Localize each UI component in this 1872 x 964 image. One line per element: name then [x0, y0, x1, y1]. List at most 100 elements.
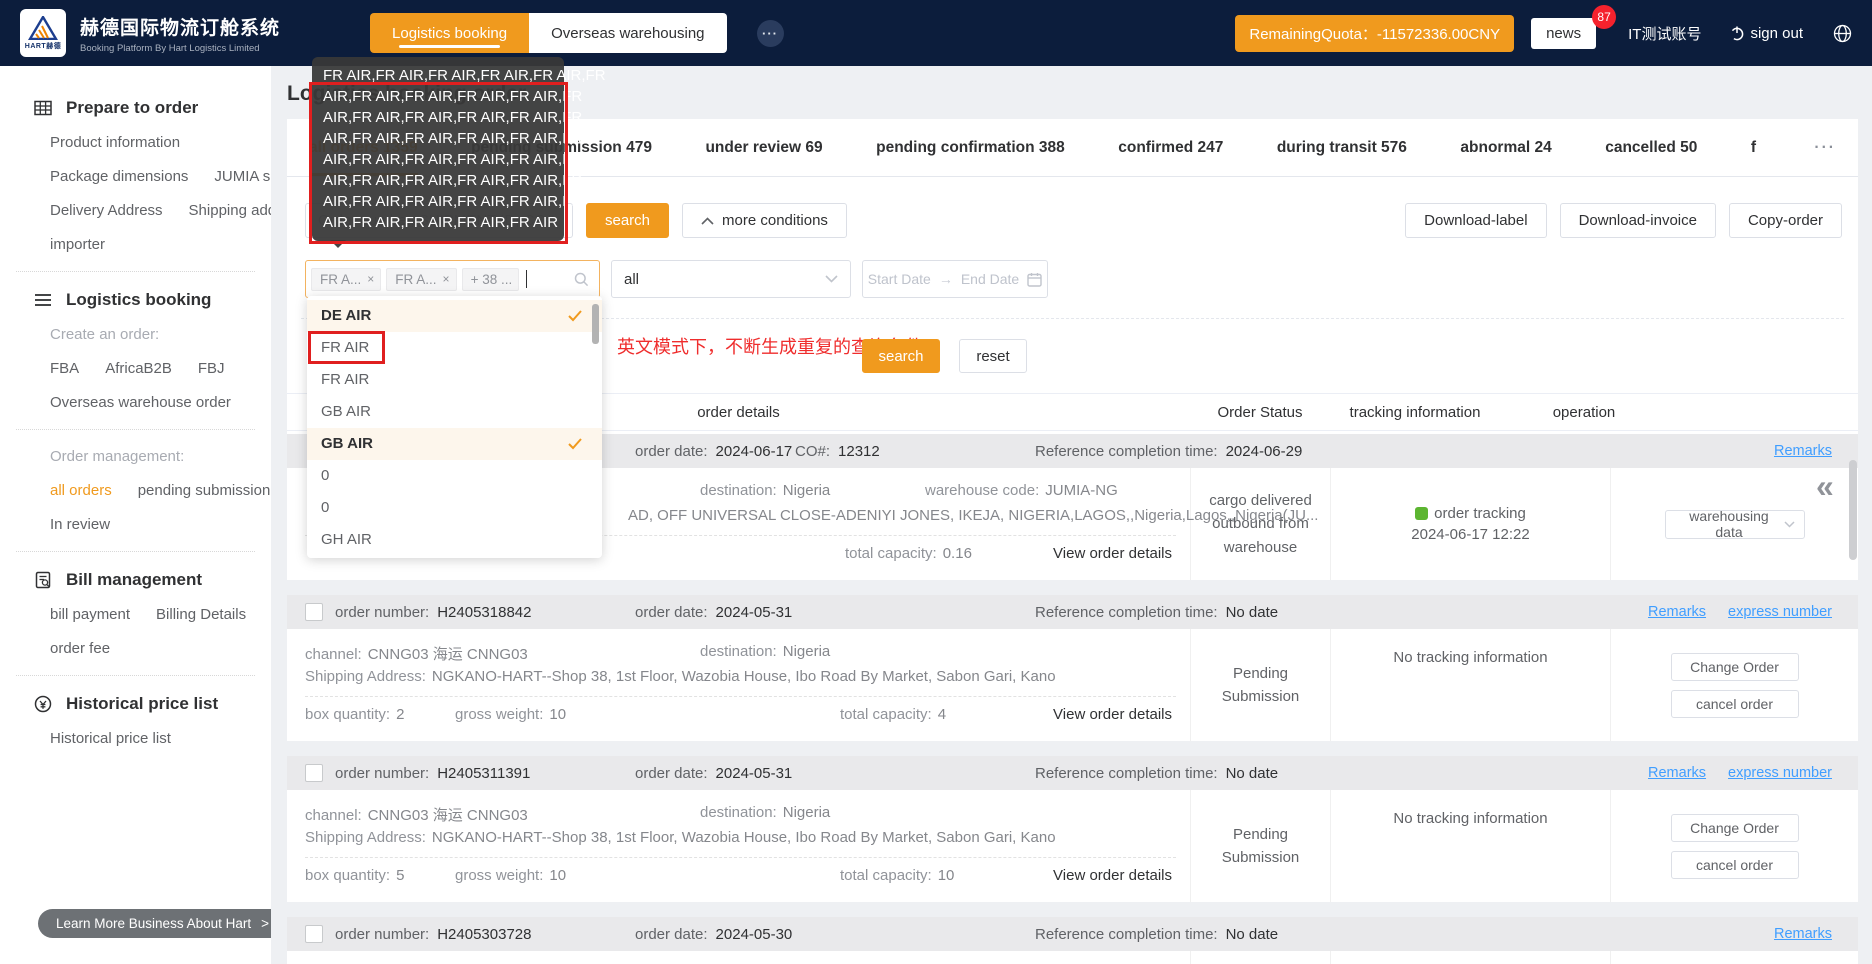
band-link[interactable]: Remarks: [1648, 765, 1706, 781]
view-order-details-link[interactable]: View order details: [1053, 867, 1172, 884]
sign-out-button[interactable]: sign out: [1729, 25, 1803, 42]
band-link[interactable]: Remarks: [1774, 443, 1832, 459]
sidebar-item[interactable]: In review: [50, 516, 110, 533]
band-link[interactable]: Remarks: [1774, 926, 1832, 942]
dropdown-option[interactable]: FR AIR: [307, 364, 602, 396]
news-count-badge: 87: [1592, 4, 1617, 29]
dropdown-option[interactable]: 0: [307, 492, 602, 524]
date-range-picker[interactable]: Start Date → End Date: [862, 260, 1048, 298]
channel-tag[interactable]: FR A... ×: [311, 267, 382, 291]
sidebar-row: FBA AfricaB2B FBJ: [0, 360, 271, 377]
close-icon[interactable]: ×: [367, 272, 374, 286]
app-window: HART赫德 赫德国际物流订舱系统 Booking Platform By Ha…: [0, 0, 1872, 964]
active-tab-underline: [398, 45, 501, 48]
tooltip-line: AIR,FR AIR,FR AIR,FR AIR,FR AIR,FR: [323, 193, 583, 210]
sidebar-section-label: Bill management: [66, 570, 203, 589]
sidebar-item[interactable]: AfricaB2B: [105, 360, 172, 377]
price-icon: [34, 695, 52, 713]
status-tab[interactable]: during transit 576: [1277, 119, 1407, 176]
status-select[interactable]: all: [611, 260, 851, 298]
search-button[interactable]: search: [586, 203, 670, 238]
sidebar-item[interactable]: importer: [50, 236, 105, 253]
status-tab[interactable]: f: [1751, 119, 1761, 176]
row-checkbox[interactable]: [305, 603, 323, 621]
sidebar-row: Product information: [0, 134, 271, 151]
status-tab[interactable]: pending confirmation 388: [876, 119, 1065, 176]
tag-label: + 38 ...: [470, 271, 513, 287]
news-button[interactable]: news: [1531, 17, 1597, 49]
band-links: Remarks: [1774, 443, 1858, 459]
tracking-cell: order tracking 2024-06-17 12:22: [1330, 468, 1610, 580]
order-band: order number: H2405311391 order date: 2024…: [287, 756, 1858, 790]
page-scrollbar[interactable]: [1849, 460, 1857, 560]
remaining-quota-button[interactable]: RemainingQuota：-11572336.00CNY: [1235, 14, 1515, 52]
filter-search-button[interactable]: search: [862, 339, 940, 373]
dropdown-option[interactable]: GB AIR: [307, 396, 602, 428]
sidebar-item[interactable]: order fee: [50, 640, 110, 657]
band-link[interactable]: express number: [1728, 604, 1832, 620]
dropdown-option[interactable]: GH AIR: [307, 524, 602, 556]
sidebar-item[interactable]: Product information: [50, 134, 180, 151]
sidebar-item[interactable]: Historical price list: [50, 730, 171, 747]
order-body: channel:CNNG03 海运 CNNG03 destination:Nig…: [287, 790, 1858, 902]
account-name[interactable]: IT测试账号: [1628, 23, 1701, 44]
status-tab[interactable]: abnormal 24: [1460, 119, 1551, 176]
chevron-down-icon: [825, 275, 838, 283]
tooltip-line: AIR,FR AIR,FR AIR,FR AIR,FR AIR,FR: [323, 151, 583, 168]
status-tab[interactable]: under review 69: [705, 119, 822, 176]
download-label-button[interactable]: Download-label: [1405, 203, 1547, 238]
end-date-placeholder: End Date: [960, 271, 1020, 287]
dropdown-option[interactable]: 0: [307, 460, 602, 492]
sidebar-item[interactable]: Delivery Address: [50, 202, 163, 219]
sidebar-item[interactable]: Billing Details: [156, 606, 246, 623]
operation-cell: Change Ordercancel order: [1610, 951, 1858, 964]
sidebar-item[interactable]: Package dimensions: [50, 168, 188, 185]
sidebar-item[interactable]: FBJ: [198, 360, 225, 377]
band-link[interactable]: Remarks: [1648, 604, 1706, 620]
nav-tab-logistics-booking[interactable]: Logistics booking: [370, 13, 530, 53]
range-arrow-icon: →: [938, 271, 953, 287]
sidebar-item[interactable]: FBA: [50, 360, 79, 377]
order-tracking-link[interactable]: order tracking: [1434, 505, 1526, 522]
globe-icon[interactable]: [1833, 24, 1852, 43]
sidebar-row: importer: [0, 236, 271, 253]
learn-more-button[interactable]: Learn More Business About Hart >: [38, 909, 287, 938]
close-icon[interactable]: ×: [443, 272, 450, 286]
view-order-details-link[interactable]: View order details: [1053, 706, 1172, 723]
more-conditions-button[interactable]: more conditions: [682, 203, 847, 238]
download-invoice-button[interactable]: Download-invoice: [1559, 203, 1716, 238]
operation-button[interactable]: Change Order: [1670, 652, 1799, 681]
warehousing-data-select[interactable]: warehousing data: [1664, 508, 1805, 540]
sidebar-section-label: Historical price list: [66, 694, 219, 713]
sidebar-item[interactable]: bill payment: [50, 606, 130, 623]
operation-cell: Change Order cancel order: [1610, 629, 1858, 741]
view-order-details-link[interactable]: View order details: [1053, 545, 1172, 562]
operation-button[interactable]: cancel order: [1670, 850, 1799, 879]
dropdown-option[interactable]: FR AIR: [307, 332, 602, 364]
band-link[interactable]: express number: [1728, 765, 1832, 781]
row-checkbox[interactable]: [305, 764, 323, 782]
operation-button[interactable]: cancel order: [1670, 689, 1799, 718]
row-checkbox[interactable]: [305, 925, 323, 943]
app-title: 赫德国际物流订舱系统: [80, 17, 281, 39]
sidebar-item[interactable]: all orders: [50, 482, 112, 499]
dropdown-scrollbar[interactable]: [592, 304, 599, 344]
copy-order-button[interactable]: Copy-order: [1728, 203, 1842, 238]
status-tab[interactable]: confirmed 247: [1118, 119, 1223, 176]
status-tab[interactable]: cancelled 50: [1605, 119, 1697, 176]
sidebar-item[interactable]: pending submission: [138, 482, 271, 499]
more-apps-button[interactable]: ···: [756, 19, 784, 47]
dropdown-option[interactable]: DE AIR: [307, 300, 602, 332]
filter-reset-button[interactable]: reset: [959, 339, 1027, 373]
dropdown-option[interactable]: GB AIR: [307, 428, 602, 460]
channel-tag[interactable]: FR A... ×: [386, 267, 457, 291]
sidebar-item[interactable]: Overseas warehouse order: [50, 394, 231, 411]
band-links: Remarks: [1774, 926, 1858, 942]
collapse-panel-icon[interactable]: «: [1816, 468, 1834, 505]
channel-tag[interactable]: + 38 ...: [461, 267, 520, 291]
more-tabs-button[interactable]: ···: [1814, 139, 1836, 157]
nav-tab-overseas-warehousing[interactable]: Overseas warehousing: [529, 13, 727, 53]
hart-logo[interactable]: HART赫德: [20, 9, 66, 57]
operation-button[interactable]: Change Order: [1670, 813, 1799, 842]
channel-multiselect[interactable]: FR A... × FR A... × + 38 ...: [305, 260, 600, 298]
